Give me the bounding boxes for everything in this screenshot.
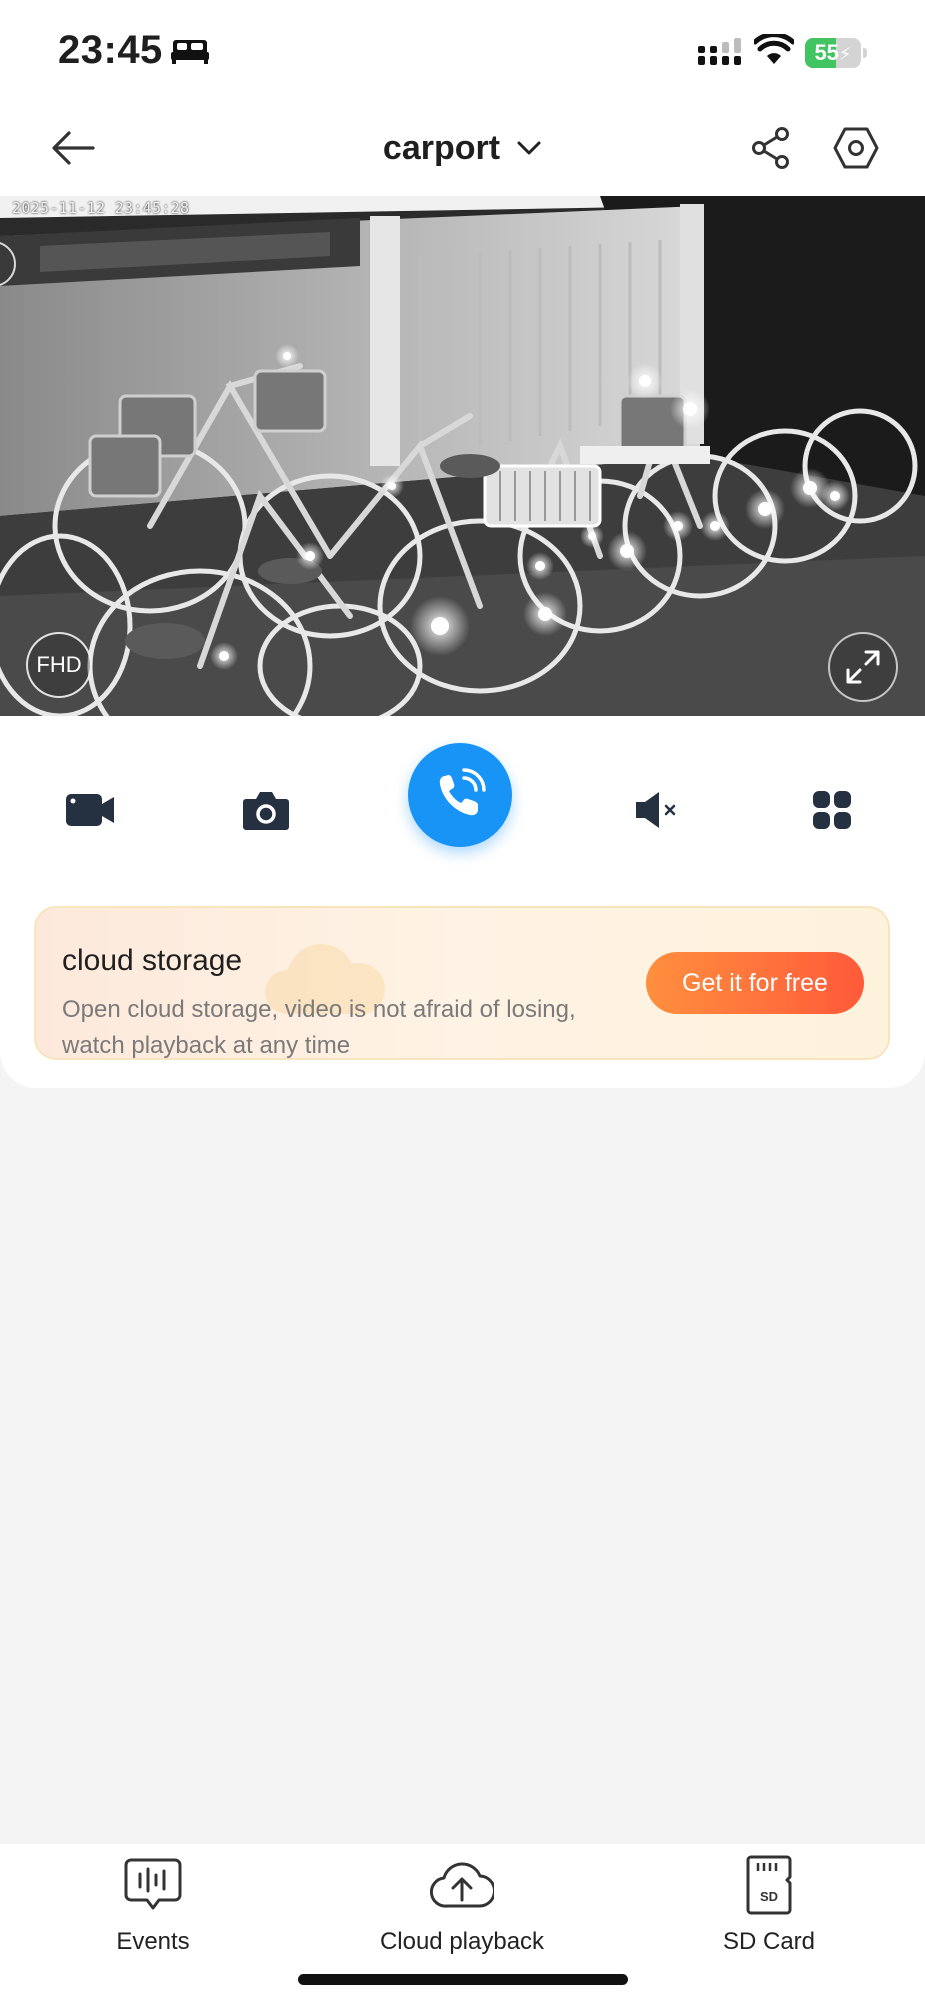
get-free-button[interactable]: Get it for free — [646, 952, 864, 1014]
tab-cloud-playback-label: Cloud playback — [379, 1928, 545, 1955]
tab-sd-card[interactable]: SD SD Card — [639, 1854, 899, 1964]
wifi-icon — [754, 34, 794, 64]
status-bar: 23:45 55⚡ — [0, 0, 925, 100]
chevron-down-icon — [517, 141, 541, 155]
live-video-feed[interactable]: 2025-11-12 23:45:28 FHD — [0, 196, 925, 716]
share-button[interactable] — [746, 120, 796, 176]
cloud-storage-banner[interactable]: cloud storage Open cloud storage, video … — [34, 906, 890, 1060]
talk-phone-icon — [439, 768, 486, 816]
back-arrow-icon — [52, 131, 95, 165]
snapshot-camera-icon — [243, 792, 289, 830]
camera-live-screen: 23:45 55⚡ carport 2025-11-12 23:45:28 FH… — [0, 0, 925, 2000]
speaker-muted-icon — [636, 792, 676, 828]
tab-events[interactable]: Events — [23, 1854, 283, 1964]
video-quality-button[interactable]: FHD — [26, 632, 92, 698]
sd-card-icon: SD — [737, 1854, 801, 1916]
settings-button[interactable] — [828, 120, 884, 176]
mute-button[interactable] — [620, 778, 696, 842]
controls-panel: cloud storage Open cloud storage, video … — [0, 716, 925, 1088]
fullscreen-expand-icon — [846, 650, 880, 684]
events-chart-icon — [121, 1854, 185, 1916]
camera-selector[interactable]: carport — [383, 129, 542, 168]
battery-level: 55⚡ — [814, 40, 852, 65]
battery-charging-icon: 55⚡ — [805, 38, 861, 68]
more-button[interactable] — [794, 778, 870, 842]
status-time: 23:45 — [58, 28, 163, 72]
tab-events-label: Events — [116, 1928, 190, 1955]
page-title: carport — [382, 128, 501, 167]
camera-scene-image — [0, 196, 925, 716]
battery-cap — [863, 48, 867, 58]
cloud-upload-icon — [430, 1854, 494, 1916]
video-timestamp: 2025-11-12 23:45:28 — [12, 199, 190, 217]
home-indicator[interactable] — [298, 1974, 628, 1985]
cellular-signal-icon — [698, 38, 741, 65]
tab-cloud-playback[interactable]: Cloud playback — [332, 1854, 592, 1964]
more-grid-icon — [813, 791, 851, 829]
back-button[interactable] — [44, 122, 102, 174]
sleep-focus-icon — [171, 40, 209, 64]
cloud-storage-description: Open cloud storage, video is not afraid … — [62, 996, 576, 1059]
fullscreen-button[interactable] — [828, 632, 898, 702]
record-button[interactable] — [52, 778, 128, 842]
share-icon — [752, 127, 789, 169]
svg-text:SD: SD — [760, 1889, 778, 1904]
battery-indicator: 55⚡ — [805, 38, 867, 68]
settings-hexagon-icon — [833, 127, 879, 169]
tab-sd-card-label: SD Card — [722, 1928, 816, 1955]
header-bar: carport — [0, 100, 925, 196]
cloud-storage-title: cloud storage — [62, 944, 243, 977]
snapshot-button[interactable] — [228, 778, 304, 842]
talk-button[interactable] — [408, 743, 512, 847]
record-video-icon — [66, 794, 114, 826]
